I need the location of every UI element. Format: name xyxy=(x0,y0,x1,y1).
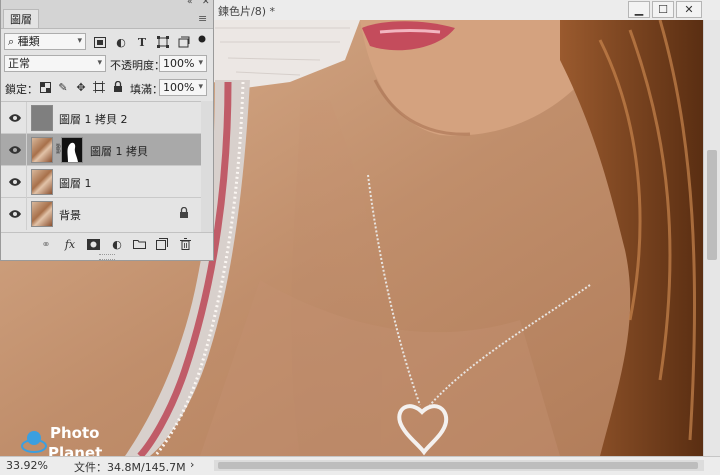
lock-artboard-icon[interactable] xyxy=(92,80,106,94)
layer-name[interactable]: 圖層 1 拷貝 xyxy=(90,143,148,159)
close-panel-icon[interactable]: ✕ xyxy=(202,0,210,7)
panel-tab-row: 圖層 ≡ xyxy=(1,9,213,29)
new-layer-icon[interactable] xyxy=(155,237,169,251)
maximize-icon: ☐ xyxy=(658,3,668,16)
link-layers-icon[interactable]: ⚭ xyxy=(39,237,53,251)
layer-name[interactable]: 圖層 1 拷貝 2 xyxy=(59,111,128,127)
minimize-button[interactable]: ▁ xyxy=(628,1,650,18)
lock-move-icon[interactable]: ✥ xyxy=(74,80,88,94)
opacity-value: 100% xyxy=(163,57,195,70)
layer-row[interactable]: 圖層 1 拷貝 2 xyxy=(1,102,201,134)
vertical-scrollbar[interactable] xyxy=(703,20,720,456)
layer-mask-thumbnail[interactable] xyxy=(61,137,83,163)
adjustment-layer-icon[interactable]: ◐ xyxy=(110,237,124,251)
eye-icon xyxy=(9,114,21,122)
type-filter-icon[interactable]: T xyxy=(135,35,149,49)
visibility-toggle[interactable] xyxy=(1,102,27,134)
chevron-down-icon: ▾ xyxy=(198,58,203,68)
trash-icon[interactable] xyxy=(178,237,192,251)
opacity-label: 不透明度： xyxy=(110,59,165,72)
status-menu-arrow[interactable]: › xyxy=(190,458,194,471)
layers-footer: ⚭ fx ◐ xyxy=(1,232,213,255)
eye-icon xyxy=(9,146,21,154)
lock-label: 鎖定： xyxy=(5,83,38,96)
fill-input[interactable]: 100% ▾ xyxy=(159,79,207,96)
collapse-panel-icon[interactable]: « xyxy=(187,0,193,7)
lock-paint-icon[interactable]: ✎ xyxy=(56,80,70,94)
search-icon: ⌕ xyxy=(8,35,15,48)
layer-name[interactable]: 背景 xyxy=(59,207,81,223)
maximize-button[interactable]: ☐ xyxy=(652,1,674,18)
kind-filter-value: 種類 xyxy=(17,35,40,48)
layers-scrollbar[interactable] xyxy=(201,101,213,232)
panel-menu-icon[interactable]: ≡ xyxy=(198,12,207,25)
lock-icon xyxy=(180,207,188,218)
layer-list: 圖層 1 拷貝 2 ⛓ 圖層 1 拷貝 圖層 1 xyxy=(1,101,201,233)
visibility-toggle[interactable] xyxy=(1,134,27,166)
panel-resize-grip[interactable] xyxy=(99,254,115,260)
blend-mode-value: 正常 xyxy=(8,57,30,70)
status-bar: 33.92% 文件：34.8M/145.7M › xyxy=(0,456,720,475)
smart-object-filter-icon[interactable] xyxy=(177,35,191,49)
eye-icon xyxy=(9,210,21,218)
chevron-down-icon: ▾ xyxy=(77,36,82,46)
layers-panel: « ✕ 圖層 ≡ ⌕ 種類 ▾ ◐ T 正常 ▾ 不透明度： 100% ▾ 鎖定… xyxy=(0,0,214,261)
minimize-icon: ▁ xyxy=(634,3,644,16)
layer-row-selected[interactable]: ⛓ 圖層 1 拷貝 xyxy=(1,134,201,166)
horizontal-scroll-thumb[interactable] xyxy=(218,462,698,469)
layer-name[interactable]: 圖層 1 xyxy=(59,175,92,191)
file-info: 文件：34.8M/145.7M xyxy=(74,461,186,474)
adjustment-filter-icon[interactable]: ◐ xyxy=(114,35,128,49)
layer-thumbnail xyxy=(31,137,53,163)
logo-line-2: Planet xyxy=(48,444,102,456)
vertical-scroll-thumb[interactable] xyxy=(707,150,717,260)
blend-mode-select[interactable]: 正常 ▾ xyxy=(4,55,106,72)
visibility-toggle[interactable] xyxy=(1,166,27,198)
layer-thumbnail xyxy=(31,169,53,195)
image-filter-icon[interactable] xyxy=(93,35,107,49)
new-group-icon[interactable] xyxy=(132,237,146,251)
horizontal-scrollbar[interactable] xyxy=(214,460,704,471)
panel-header-strip: « ✕ xyxy=(1,0,213,9)
shape-filter-icon[interactable] xyxy=(156,35,170,49)
layer-thumbnail xyxy=(31,105,53,131)
close-window-button[interactable]: ✕ xyxy=(676,1,702,18)
layer-row[interactable]: 背景 xyxy=(1,198,201,230)
close-icon: ✕ xyxy=(684,3,694,16)
visibility-toggle[interactable] xyxy=(1,198,27,230)
fill-value: 100% xyxy=(163,81,195,94)
layer-row[interactable]: 圖層 1 xyxy=(1,166,201,198)
chevron-down-icon: ▾ xyxy=(198,82,203,92)
layer-thumbnail xyxy=(31,201,53,227)
opacity-input[interactable]: 100% ▾ xyxy=(159,55,207,72)
logo-line-1: Photo xyxy=(50,424,99,442)
add-mask-icon[interactable] xyxy=(86,237,100,251)
tab-layers[interactable]: 圖層 xyxy=(3,9,39,28)
photoplanet-logo: Photo Planet xyxy=(20,416,110,456)
document-title: 鍊色片/8) * xyxy=(218,5,275,18)
fx-icon[interactable]: fx xyxy=(63,237,77,251)
filter-toggle-icon[interactable] xyxy=(197,32,207,46)
eye-icon xyxy=(9,178,21,186)
lock-transparent-icon[interactable] xyxy=(38,80,52,94)
zoom-level[interactable]: 33.92% xyxy=(6,459,48,472)
chevron-down-icon: ▾ xyxy=(97,58,102,68)
lock-all-icon[interactable] xyxy=(111,80,125,94)
kind-filter-select[interactable]: ⌕ 種類 ▾ xyxy=(4,33,86,50)
